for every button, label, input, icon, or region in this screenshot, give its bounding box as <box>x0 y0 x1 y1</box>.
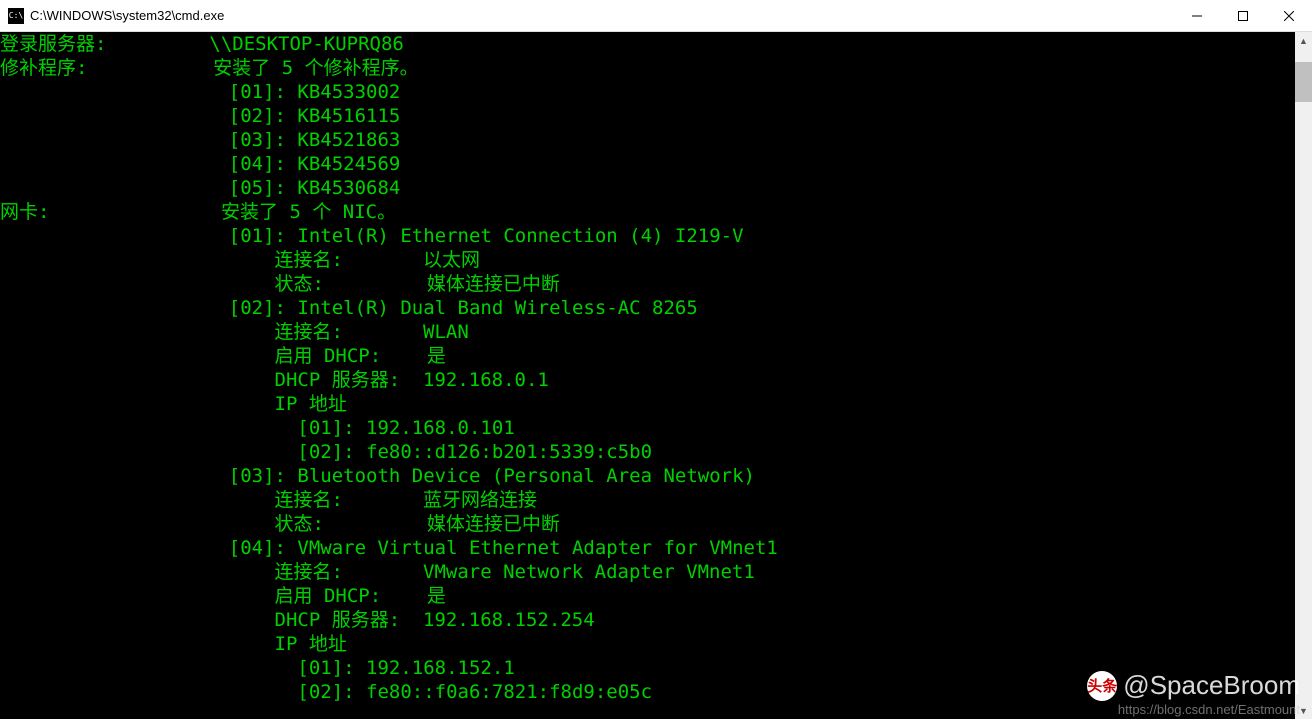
terminal-container: 登录服务器: \\DESKTOP-KUPRQ86 修补程序: 安装了 5 个修补… <box>0 32 1312 719</box>
window-controls <box>1174 0 1312 31</box>
close-button[interactable] <box>1266 0 1312 31</box>
minimize-button[interactable] <box>1174 0 1220 31</box>
maximize-button[interactable] <box>1220 0 1266 31</box>
scroll-thumb[interactable] <box>1295 62 1312 102</box>
toutiao-badge-icon: 头条 <box>1087 671 1117 701</box>
vertical-scrollbar[interactable]: ▲ ▼ <box>1295 32 1312 719</box>
window-title: C:\WINDOWS\system32\cmd.exe <box>30 8 1174 23</box>
terminal-output[interactable]: 登录服务器: \\DESKTOP-KUPRQ86 修补程序: 安装了 5 个修补… <box>0 32 1295 719</box>
scroll-up-arrow[interactable]: ▲ <box>1295 32 1312 49</box>
cmd-icon: C:\ <box>8 8 24 24</box>
window-titlebar: C:\ C:\WINDOWS\system32\cmd.exe <box>0 0 1312 32</box>
watermark-handle: 头条 @SpaceBroom <box>1087 670 1300 701</box>
watermark-url: https://blog.csdn.net/Eastmount <box>1118 702 1300 717</box>
watermark-handle-text: @SpaceBroom <box>1123 670 1300 701</box>
